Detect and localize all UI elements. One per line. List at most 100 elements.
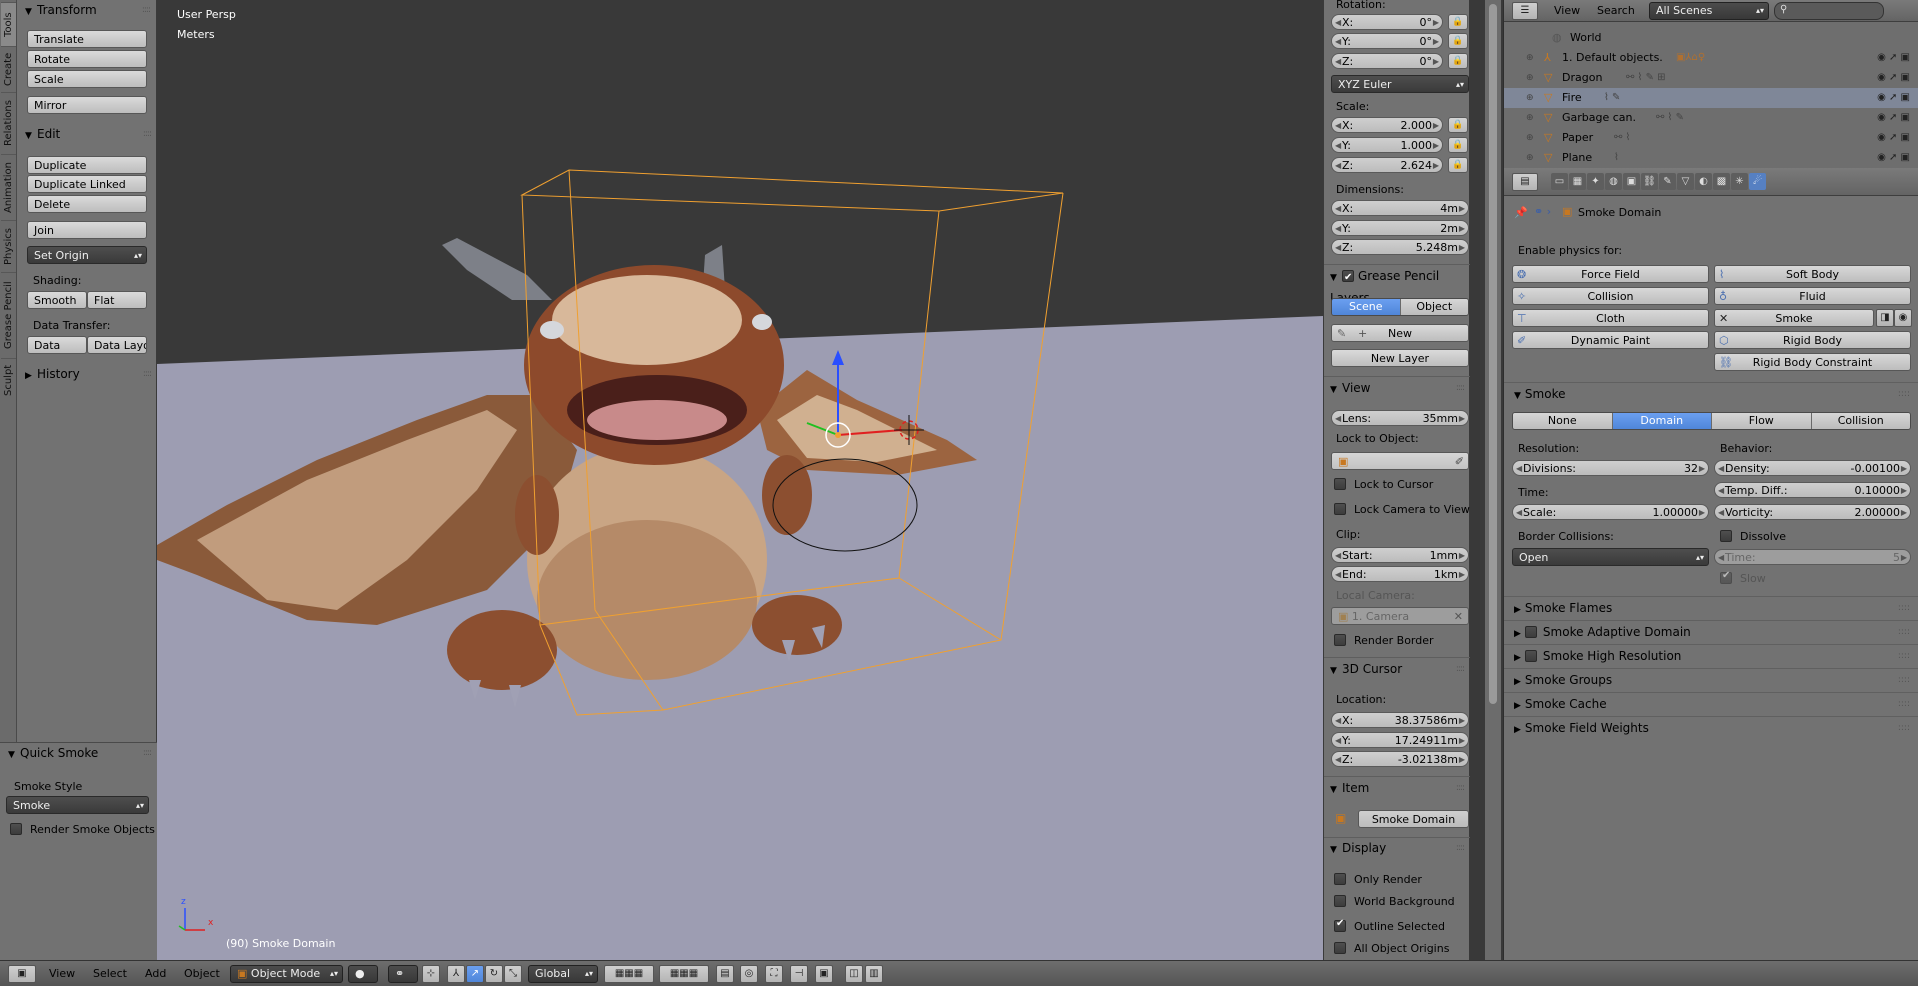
- only-render-checkbox[interactable]: [1334, 873, 1346, 885]
- layers-grid-b[interactable]: ▦▦▦: [659, 965, 709, 983]
- editor-type-icon[interactable]: ▣: [8, 965, 36, 983]
- clear-icon[interactable]: ✕: [1454, 608, 1463, 624]
- lock-camera-checkbox[interactable]: [1334, 503, 1346, 515]
- data-button[interactable]: Data: [27, 336, 87, 354]
- add-menu[interactable]: Add: [145, 965, 166, 983]
- translate-button[interactable]: Translate: [27, 30, 147, 48]
- smoke-flames-header[interactable]: ▶ Smoke Flames::::: [1504, 596, 1918, 618]
- collision-button[interactable]: ✧ Collision: [1512, 287, 1709, 305]
- quick-smoke-header[interactable]: ▼ Quick Smoke::::: [0, 743, 157, 763]
- smoke-remove-button[interactable]: ✕ Smoke: [1714, 309, 1874, 327]
- layers-grid-a[interactable]: ▦▦▦: [604, 965, 654, 983]
- delete-button[interactable]: Delete: [27, 195, 147, 213]
- scrollbar-thumb[interactable]: [1489, 4, 1497, 704]
- decrement-icon[interactable]: ◀: [1335, 158, 1341, 172]
- set-origin-dropdown[interactable]: Set Origin ▴▾: [27, 246, 147, 264]
- density-field[interactable]: ◀ Density: -0.00100 ▶: [1714, 460, 1911, 476]
- temp-diff-field[interactable]: ◀ Temp. Diff.: 0.10000 ▶: [1714, 482, 1911, 498]
- decrement-icon[interactable]: ◀: [1335, 411, 1341, 425]
- increment-icon[interactable]: ▶: [1433, 15, 1439, 29]
- view-panel-header[interactable]: ▼ View::::: [1324, 378, 1470, 398]
- smoke-panel-header[interactable]: ▼ Smoke::::: [1504, 382, 1918, 404]
- cloth-button[interactable]: ⊤ Cloth: [1512, 309, 1709, 327]
- force-field-button[interactable]: ❂ Force Field: [1512, 265, 1709, 283]
- scale-y-field[interactable]: ◀ Y: 1.000 ▶: [1331, 137, 1443, 153]
- rotate-manipulator-icon[interactable]: ↻: [485, 965, 503, 983]
- lock-icon[interactable]: 🔒: [1448, 33, 1468, 49]
- scene-filter-dropdown[interactable]: All Scenes ▴▾: [1649, 2, 1769, 20]
- tab-sculpt[interactable]: Sculpt: [1, 358, 16, 402]
- texture-tab-icon[interactable]: ▩: [1713, 173, 1730, 190]
- decrement-icon[interactable]: ◀: [1335, 34, 1341, 48]
- border-collisions-dropdown[interactable]: Open ▴▾: [1512, 548, 1709, 566]
- dimension-y-field[interactable]: ◀ Y: 2m ▶: [1331, 220, 1469, 236]
- increment-icon[interactable]: ▶: [1459, 713, 1465, 727]
- cursor-y-field[interactable]: ◀ Y: 17.24911m ▶: [1331, 732, 1469, 748]
- modifiers-tab-icon[interactable]: ✎: [1659, 173, 1676, 190]
- decrement-icon[interactable]: ◀: [1335, 118, 1341, 132]
- increment-icon[interactable]: ▶: [1433, 138, 1439, 152]
- increment-icon[interactable]: ▶: [1433, 118, 1439, 132]
- new-layer-button[interactable]: New Layer: [1331, 349, 1469, 367]
- expand-icon[interactable]: ⊕: [1526, 128, 1534, 148]
- smoke-type-domain[interactable]: Domain: [1612, 413, 1712, 429]
- increment-icon[interactable]: ▶: [1459, 567, 1465, 581]
- local-camera-field[interactable]: ▣ 1. Camera ✕: [1331, 607, 1469, 625]
- time-scale-field[interactable]: ◀ Scale: 1.00000 ▶: [1512, 504, 1709, 520]
- decrement-icon[interactable]: ◀: [1335, 54, 1341, 68]
- cursor-x-field[interactable]: ◀ X: 38.37586m ▶: [1331, 712, 1469, 728]
- smoke-groups-header[interactable]: ▶ Smoke Groups::::: [1504, 668, 1918, 690]
- display-panel-header[interactable]: ▼ Display::::: [1324, 838, 1470, 858]
- lock-to-cursor-checkbox[interactable]: [1334, 478, 1346, 490]
- pin-icon[interactable]: 📌: [1514, 206, 1528, 219]
- smoke-type-none[interactable]: None: [1513, 413, 1613, 429]
- viewport-canvas[interactable]: [157, 0, 1323, 960]
- transform-panel-header[interactable]: ▼ Transform::::: [17, 0, 156, 20]
- rotate-button[interactable]: Rotate: [27, 50, 147, 68]
- tab-grease-pencil[interactable]: Grease Pencil: [1, 272, 16, 358]
- item-panel-header[interactable]: ▼ Item::::: [1324, 778, 1470, 798]
- high-resolution-checkbox[interactable]: [1524, 650, 1537, 662]
- lock-icon[interactable]: 🔒: [1448, 117, 1468, 133]
- object-option[interactable]: Object: [1400, 299, 1468, 315]
- editor-type-icon[interactable]: ☰: [1512, 2, 1538, 20]
- dynamic-paint-button[interactable]: ✐ Dynamic Paint: [1512, 331, 1709, 349]
- snap-icon[interactable]: ⛶: [765, 965, 783, 983]
- all-object-origins-checkbox[interactable]: [1334, 942, 1346, 954]
- increment-icon[interactable]: ▶: [1901, 505, 1907, 519]
- rotation-mode-dropdown[interactable]: XYZ Euler ▴▾: [1331, 75, 1469, 93]
- divisions-field[interactable]: ◀ Divisions: 32 ▶: [1512, 460, 1709, 476]
- eye-icon[interactable]: ◉: [1894, 309, 1912, 327]
- transform-orientation-dropdown[interactable]: Global ▴▾: [528, 965, 598, 983]
- tab-relations[interactable]: Relations: [1, 92, 16, 154]
- world-background-checkbox[interactable]: [1334, 895, 1346, 907]
- clip-start-field[interactable]: ◀ Start: 1mm ▶: [1331, 547, 1469, 563]
- increment-icon[interactable]: ▶: [1699, 461, 1705, 475]
- rotation-z-field[interactable]: ◀ Z: 0° ▶: [1331, 53, 1443, 69]
- expand-icon[interactable]: ⊕: [1526, 108, 1534, 128]
- increment-icon[interactable]: ▶: [1459, 733, 1465, 747]
- material-tab-icon[interactable]: ◐: [1695, 173, 1712, 190]
- decrement-icon[interactable]: ◀: [1718, 461, 1724, 475]
- manipulator-toggle-icon[interactable]: ⅄: [447, 965, 465, 983]
- new-grease-pencil-button[interactable]: ✎ + New: [1331, 324, 1469, 342]
- lock-icon[interactable]: 🔒: [1448, 53, 1468, 69]
- eyedropper-icon[interactable]: ✐: [1455, 453, 1464, 469]
- decrement-icon[interactable]: ◀: [1335, 733, 1341, 747]
- decrement-icon[interactable]: ◀: [1335, 567, 1341, 581]
- decrement-icon[interactable]: ◀: [1335, 201, 1341, 215]
- item-name-field[interactable]: Smoke Domain: [1358, 810, 1469, 828]
- smoke-field-weights-header[interactable]: ▶ Smoke Field Weights::::: [1504, 716, 1918, 738]
- data-tab-icon[interactable]: ▽: [1677, 173, 1694, 190]
- increment-icon[interactable]: ▶: [1901, 483, 1907, 497]
- grease-pencil-source-toggle[interactable]: Scene Object: [1331, 298, 1469, 316]
- mirror-button[interactable]: Mirror: [27, 96, 147, 114]
- decrement-icon[interactable]: ◀: [1335, 548, 1341, 562]
- scene-option[interactable]: Scene: [1332, 299, 1401, 315]
- adaptive-domain-checkbox[interactable]: [1524, 626, 1537, 638]
- clip-end-field[interactable]: ◀ End: 1km ▶: [1331, 566, 1469, 582]
- decrement-icon[interactable]: ◀: [1718, 505, 1724, 519]
- lock-layers-icon[interactable]: ▤: [716, 965, 734, 983]
- editor-type-icon[interactable]: ▤: [1512, 173, 1538, 191]
- view-menu[interactable]: View: [49, 965, 75, 983]
